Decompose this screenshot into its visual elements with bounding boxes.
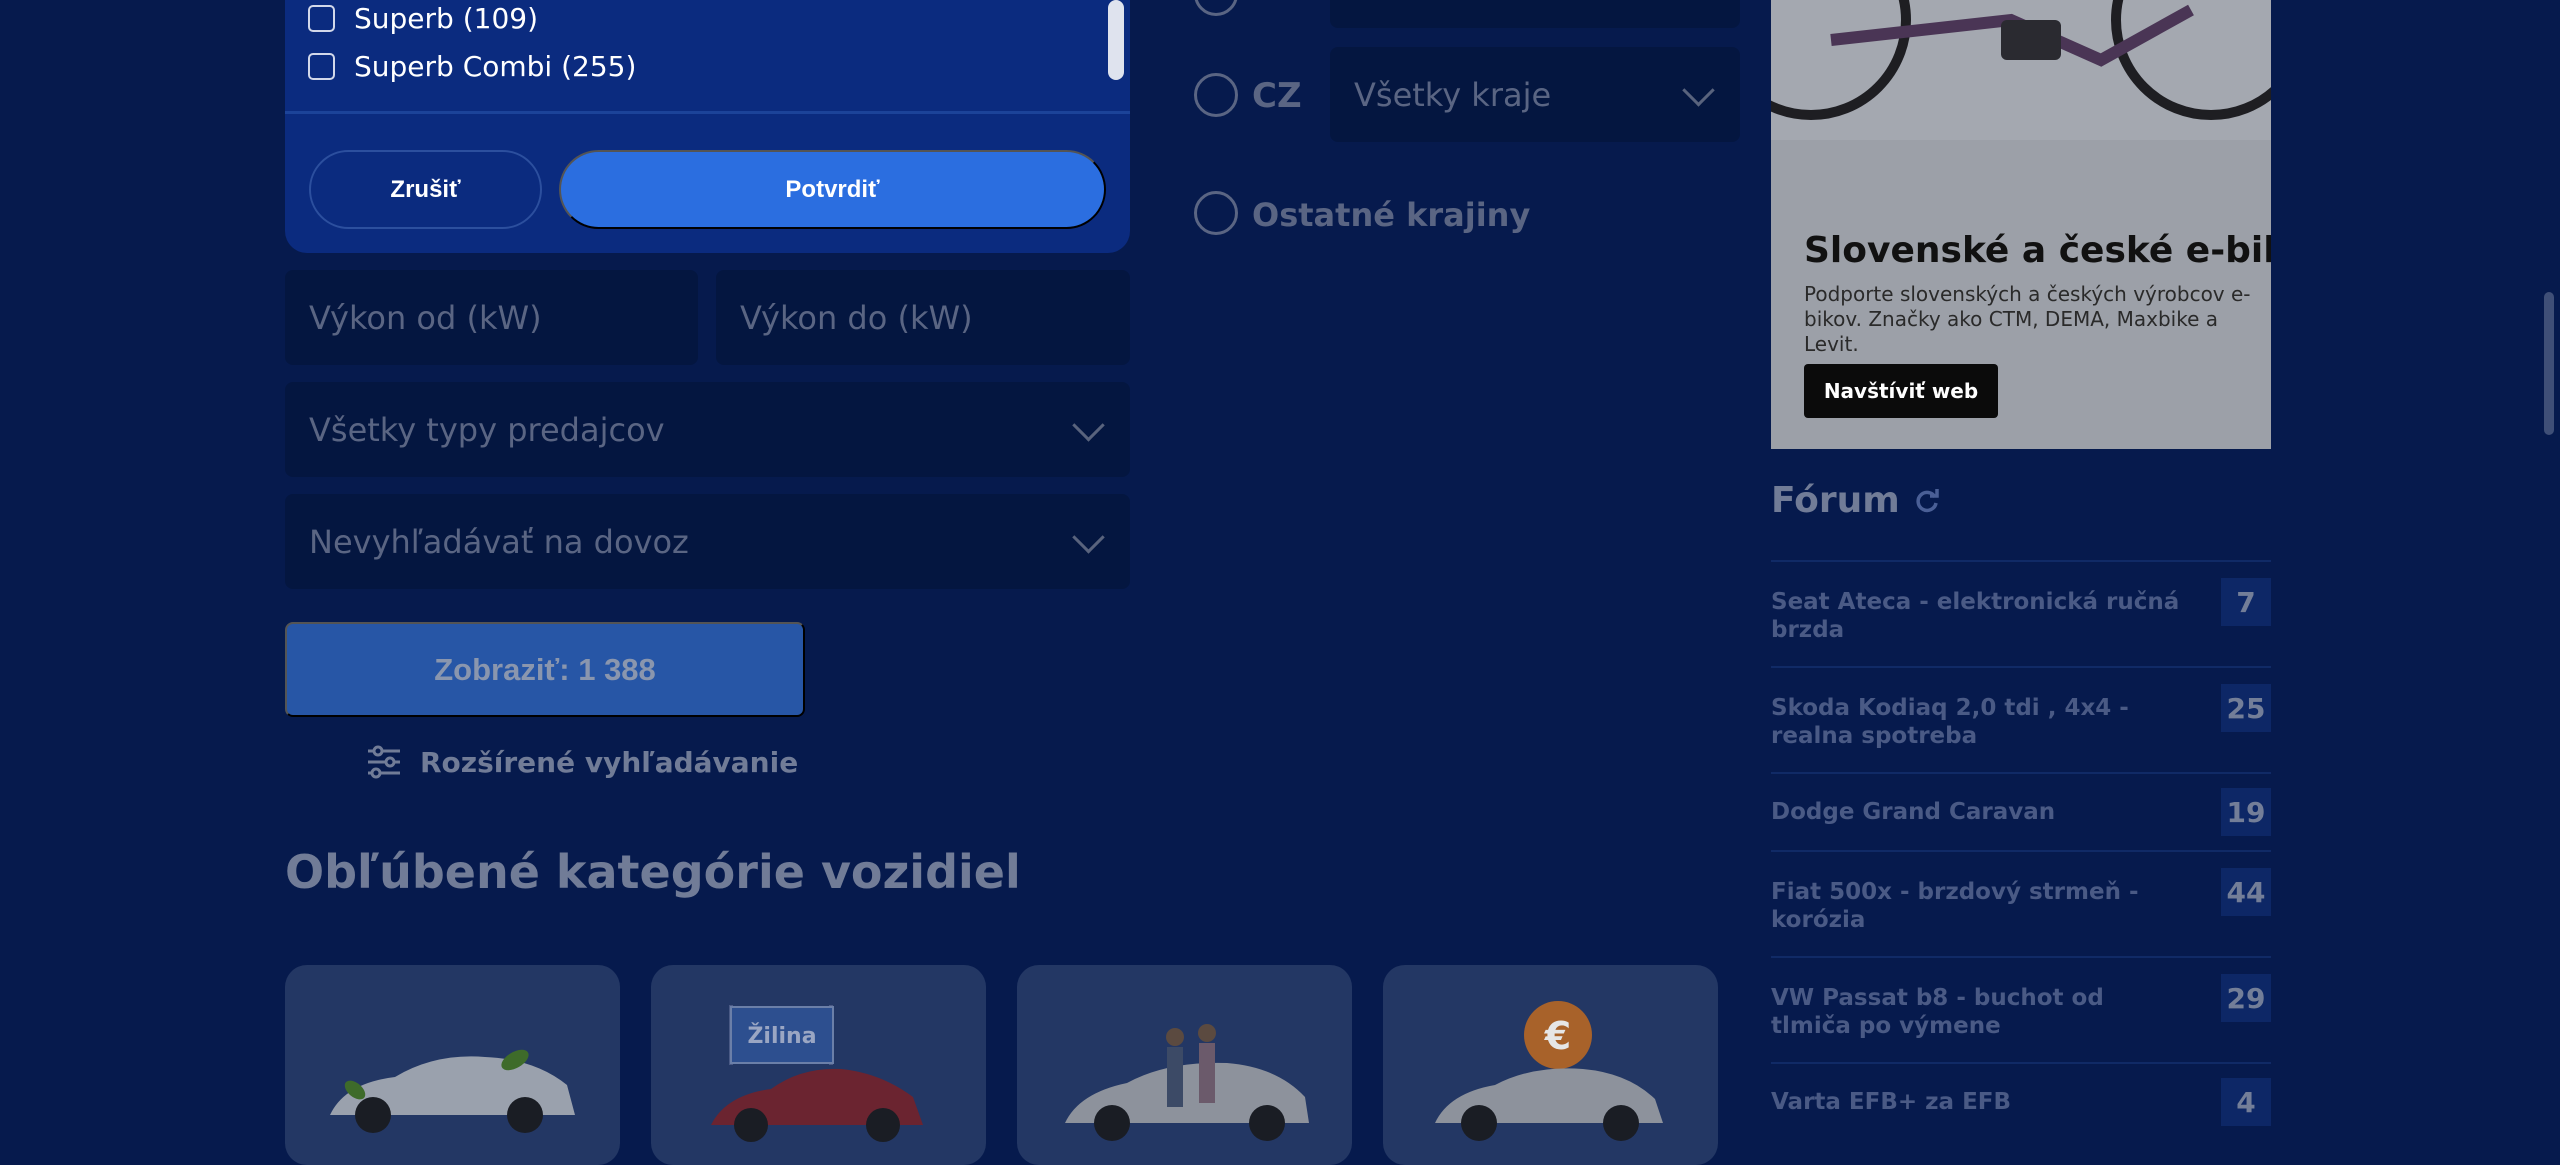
import-value: Nevyhľadávať na dovoz — [309, 522, 689, 561]
show-results-button[interactable]: Zobraziť: 1 388 — [285, 622, 805, 717]
power-to-input[interactable]: Výkon do (kW) — [716, 270, 1130, 365]
import-select[interactable]: Nevyhľadávať na dovoz — [285, 494, 1130, 589]
model-dropdown-panel: Superb (109) Superb Combi (255) Zrušiť P… — [285, 0, 1130, 253]
sliders-icon — [368, 745, 400, 779]
forum-item[interactable]: VW Passat b8 - buchot od tlmiča po výmen… — [1771, 956, 2271, 1064]
forum-item-count: 4 — [2221, 1078, 2271, 1126]
chevron-down-icon — [1072, 520, 1105, 554]
page-scrollbar[interactable] — [2544, 292, 2554, 435]
advanced-search-label: Rozšírené vyhľadávanie — [420, 745, 799, 779]
refresh-icon[interactable] — [1914, 488, 1940, 514]
ad-visit-button[interactable]: Navštíviť web — [1804, 364, 1998, 418]
euro-badge-text: € — [1544, 1014, 1571, 1058]
forum-item[interactable]: Fiat 500x - brzdový strmeň - korózia 44 — [1771, 850, 2271, 958]
seller-type-value: Všetky typy predajcov — [309, 410, 665, 449]
radio-cz[interactable] — [1194, 73, 1238, 117]
ad-title: Slovenské a české e-bike — [1804, 230, 2271, 271]
forum-item-title: VW Passat b8 - buchot od tlmiča po výmen… — [1771, 985, 2104, 1039]
categories-title: Obľúbené kategórie vozidiel — [285, 845, 1021, 899]
chevron-down-icon — [1682, 73, 1715, 107]
ebike-ad[interactable]: Slovenské a české e-bike Podporte sloven… — [1771, 0, 2271, 449]
category-card-family[interactable] — [1017, 965, 1352, 1165]
zilina-car-icon: Žilina — [711, 1005, 923, 1142]
cz-region-select[interactable]: Všetky kraje — [1330, 47, 1740, 142]
forum-item[interactable]: Seat Ateca - elektronická ručná brzda 7 — [1771, 560, 2271, 668]
eco-car-icon — [330, 1049, 575, 1133]
family-car-icon — [1065, 1024, 1309, 1141]
ad-text: Podporte slovenských a českých výrobcov … — [1804, 282, 2251, 356]
forum-item-title: Skoda Kodiaq 2,0 tdi , 4x4 - realna spot… — [1771, 695, 2129, 749]
cheap-car-icon: € — [1435, 1001, 1663, 1141]
model-option-superb[interactable]: Superb (109) — [308, 0, 538, 36]
model-option-label: Superb Combi (255) — [354, 49, 637, 83]
forum-item-count: 44 — [2221, 868, 2271, 916]
forum-item-title: Fiat 500x - brzdový strmeň - korózia — [1771, 879, 2139, 933]
model-options-list: Superb (109) Superb Combi (255) — [285, 0, 1130, 114]
forum-item[interactable]: Skoda Kodiaq 2,0 tdi , 4x4 - realna spot… — [1771, 666, 2271, 774]
cz-region-value: Všetky kraje — [1354, 75, 1552, 114]
radio-other-countries[interactable] — [1194, 191, 1238, 235]
forum-header: Fórum — [1771, 480, 1940, 521]
list-scrollbar[interactable] — [1108, 0, 1124, 80]
radio-sk[interactable] — [1194, 0, 1238, 16]
zilina-sign-text: Žilina — [747, 1023, 816, 1049]
radio-other-label: Ostatné krajiny — [1252, 196, 1531, 234]
model-option-label: Superb (109) — [354, 1, 538, 35]
radio-cz-label: CZ — [1252, 76, 1302, 116]
chevron-down-icon — [1072, 408, 1105, 442]
category-card-zilina[interactable]: Žilina — [651, 965, 986, 1165]
forum-item[interactable]: Varta EFB+ za EFB 4 — [1771, 1062, 2271, 1142]
confirm-button[interactable]: Potvrdiť — [559, 150, 1106, 229]
ebike-image — [1771, 0, 2271, 140]
forum-item[interactable]: Dodge Grand Caravan 19 — [1771, 772, 2271, 852]
forum-item-title: Dodge Grand Caravan — [1771, 799, 2056, 825]
sk-region-select[interactable] — [1330, 0, 1740, 28]
forum-item-title: Varta EFB+ za EFB — [1771, 1089, 2012, 1115]
forum-item-count: 29 — [2221, 974, 2271, 1022]
category-card-cheap[interactable]: € — [1383, 965, 1718, 1165]
checkbox[interactable] — [308, 52, 335, 80]
category-card-eco[interactable] — [285, 965, 620, 1165]
forum-item-title: Seat Ateca - elektronická ručná brzda — [1771, 589, 2180, 643]
forum-item-count: 7 — [2221, 578, 2271, 626]
advanced-search-link[interactable]: Rozšírené vyhľadávanie — [366, 741, 798, 783]
forum-title: Fórum — [1771, 480, 1900, 521]
forum-item-count: 19 — [2221, 788, 2271, 836]
checkbox[interactable] — [308, 4, 335, 32]
model-option-superb-combi[interactable]: Superb Combi (255) — [308, 48, 636, 84]
forum-item-count: 25 — [2221, 684, 2271, 732]
cancel-button[interactable]: Zrušiť — [309, 150, 542, 229]
power-from-input[interactable]: Výkon od (kW) — [285, 270, 698, 365]
seller-type-select[interactable]: Všetky typy predajcov — [285, 382, 1130, 477]
